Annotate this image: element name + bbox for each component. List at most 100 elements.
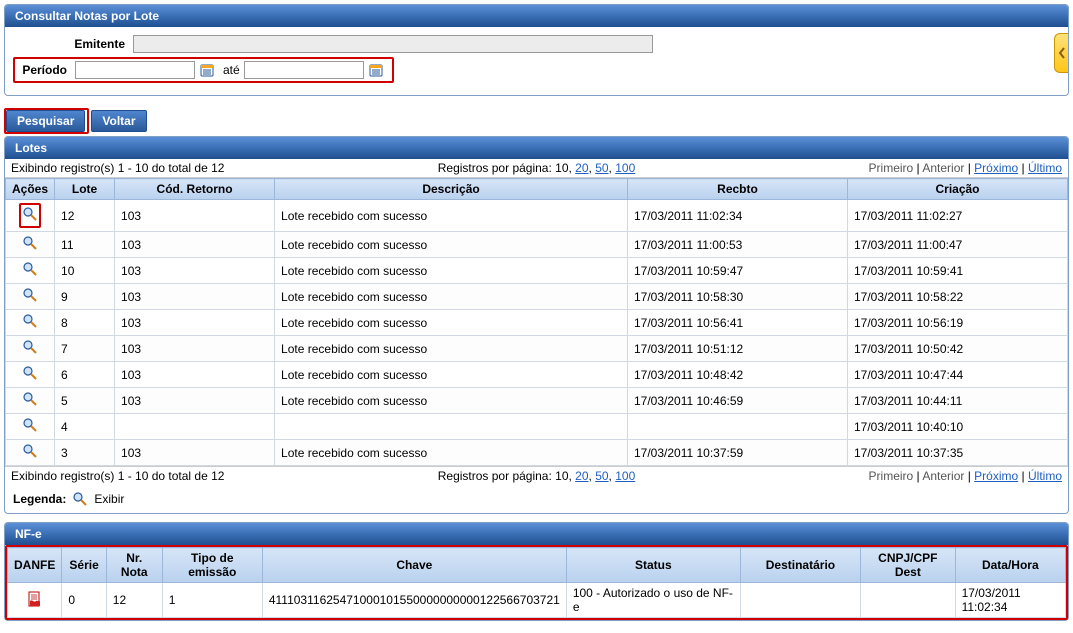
periodo-start-input[interactable]	[75, 61, 195, 79]
lotes-table: Ações Lote Cód. Retorno Descrição Recbto…	[5, 178, 1068, 466]
table-row: 6103Lote recebido com sucesso17/03/2011 …	[6, 362, 1068, 388]
pager-next[interactable]: Próximo	[974, 161, 1018, 175]
cell-lote: 10	[55, 258, 115, 284]
col-lote: Lote	[55, 179, 115, 200]
cell-cod: 103	[115, 440, 275, 466]
periodo-end-input[interactable]	[244, 61, 364, 79]
button-bar: Pesquisar Voltar	[4, 104, 1069, 136]
col-criacao: Criação	[848, 179, 1068, 200]
pager-20[interactable]: 20	[575, 161, 588, 175]
pager-first: Primeiro	[869, 469, 914, 483]
table-row: 7103Lote recebido com sucesso17/03/2011 …	[6, 336, 1068, 362]
magnifier-icon	[72, 491, 88, 507]
col-tipo: Tipo de emissão	[162, 548, 262, 583]
view-icon[interactable]	[22, 287, 38, 303]
cell-datahora: 17/03/2011 11:02:34	[955, 583, 1065, 618]
cell-desc: Lote recebido com sucesso	[275, 200, 628, 232]
table-row: 11103Lote recebido com sucesso17/03/2011…	[6, 232, 1068, 258]
voltar-button[interactable]: Voltar	[91, 110, 146, 132]
col-danfe: DANFE	[8, 548, 62, 583]
cell-cod: 103	[115, 388, 275, 414]
col-recbto: Recbto	[628, 179, 848, 200]
cell-criacao: 17/03/2011 10:56:19	[848, 310, 1068, 336]
cell-desc: Lote recebido com sucesso	[275, 258, 628, 284]
pager-100[interactable]: 100	[615, 161, 635, 175]
cell-desc: Lote recebido com sucesso	[275, 232, 628, 258]
cell-recbto	[628, 414, 848, 440]
cell-lote: 11	[55, 232, 115, 258]
pager-nav: Primeiro | Anterior | Próximo | Último	[869, 469, 1062, 483]
pager-prev: Anterior	[922, 161, 964, 175]
cell-recbto: 17/03/2011 11:00:53	[628, 232, 848, 258]
pager-info: Exibindo registro(s) 1 - 10 do total de …	[11, 469, 224, 483]
cell-dest	[740, 583, 860, 618]
filter-panel: Consultar Notas por Lote Emitente Períod…	[4, 4, 1069, 96]
cell-cod: 103	[115, 336, 275, 362]
cell-cnpj	[861, 583, 955, 618]
view-icon[interactable]	[22, 313, 38, 329]
view-icon[interactable]	[22, 365, 38, 381]
pager-perpage: Registros por página: 10, 20, 50, 100	[438, 161, 636, 175]
cell-recbto: 17/03/2011 10:46:59	[628, 388, 848, 414]
view-icon[interactable]	[22, 443, 38, 459]
pager-last[interactable]: Último	[1028, 161, 1062, 175]
cell-lote: 8	[55, 310, 115, 336]
view-icon[interactable]	[22, 235, 38, 251]
pager-next[interactable]: Próximo	[974, 469, 1018, 483]
cell-status: 100 - Autorizado o uso de NF-e	[566, 583, 740, 618]
pager-info: Exibindo registro(s) 1 - 10 do total de …	[11, 161, 224, 175]
table-row: 12103Lote recebido com sucesso17/03/2011…	[6, 200, 1068, 232]
cell-criacao: 17/03/2011 11:02:27	[848, 200, 1068, 232]
view-icon[interactable]	[22, 206, 38, 222]
cell-recbto: 17/03/2011 10:48:42	[628, 362, 848, 388]
pager-50[interactable]: 50	[595, 469, 608, 483]
col-serie: Série	[62, 548, 106, 583]
calendar-icon[interactable]	[199, 63, 215, 77]
emitente-input[interactable]	[133, 35, 653, 53]
view-icon[interactable]	[22, 417, 38, 433]
cell-lote: 12	[55, 200, 115, 232]
col-datahora: Data/Hora	[955, 548, 1065, 583]
cell-desc: Lote recebido com sucesso	[275, 310, 628, 336]
table-row: 417/03/2011 10:40:10	[6, 414, 1068, 440]
cell-cod: 103	[115, 310, 275, 336]
lotes-panel-title: Lotes	[5, 137, 1068, 159]
view-icon[interactable]	[22, 261, 38, 277]
pdf-icon[interactable]	[27, 596, 43, 610]
pesquisar-button[interactable]: Pesquisar	[6, 110, 85, 132]
view-icon[interactable]	[22, 391, 38, 407]
pager-50[interactable]: 50	[595, 161, 608, 175]
legend-exibir: Exibir	[94, 492, 124, 506]
col-dest: Destinatário	[740, 548, 860, 583]
cell-criacao: 17/03/2011 11:00:47	[848, 232, 1068, 258]
cell-lote: 6	[55, 362, 115, 388]
col-desc: Descrição	[275, 179, 628, 200]
cell-desc: Lote recebido com sucesso	[275, 362, 628, 388]
pager-perpage-prefix: Registros por página: 10,	[438, 469, 575, 483]
cell-serie: 0	[62, 583, 106, 618]
cell-desc: Lote recebido com sucesso	[275, 388, 628, 414]
periodo-label: Período	[19, 63, 75, 77]
cell-recbto: 17/03/2011 10:58:30	[628, 284, 848, 310]
nfe-panel: NF-e DANFE Série Nr. Nota Tipo de emissã…	[4, 522, 1069, 621]
view-icon[interactable]	[22, 339, 38, 355]
cell-recbto: 17/03/2011 11:02:34	[628, 200, 848, 232]
pager-20[interactable]: 20	[575, 469, 588, 483]
table-row: 3103Lote recebido com sucesso17/03/2011 …	[6, 440, 1068, 466]
cell-lote: 9	[55, 284, 115, 310]
calendar-icon[interactable]	[368, 63, 384, 77]
cell-cod: 103	[115, 200, 275, 232]
pager-prev: Anterior	[922, 469, 964, 483]
cell-criacao: 17/03/2011 10:44:11	[848, 388, 1068, 414]
cell-cod: 103	[115, 232, 275, 258]
legend: Legenda: Exibir	[5, 485, 1068, 513]
cell-criacao: 17/03/2011 10:58:22	[848, 284, 1068, 310]
ate-label: até	[223, 63, 240, 77]
pager-100[interactable]: 100	[615, 469, 635, 483]
cell-cod: 103	[115, 258, 275, 284]
cell-nrnota: 12	[106, 583, 162, 618]
cell-desc: Lote recebido com sucesso	[275, 440, 628, 466]
cell-criacao: 17/03/2011 10:40:10	[848, 414, 1068, 440]
cell-lote: 7	[55, 336, 115, 362]
pager-last[interactable]: Último	[1028, 469, 1062, 483]
